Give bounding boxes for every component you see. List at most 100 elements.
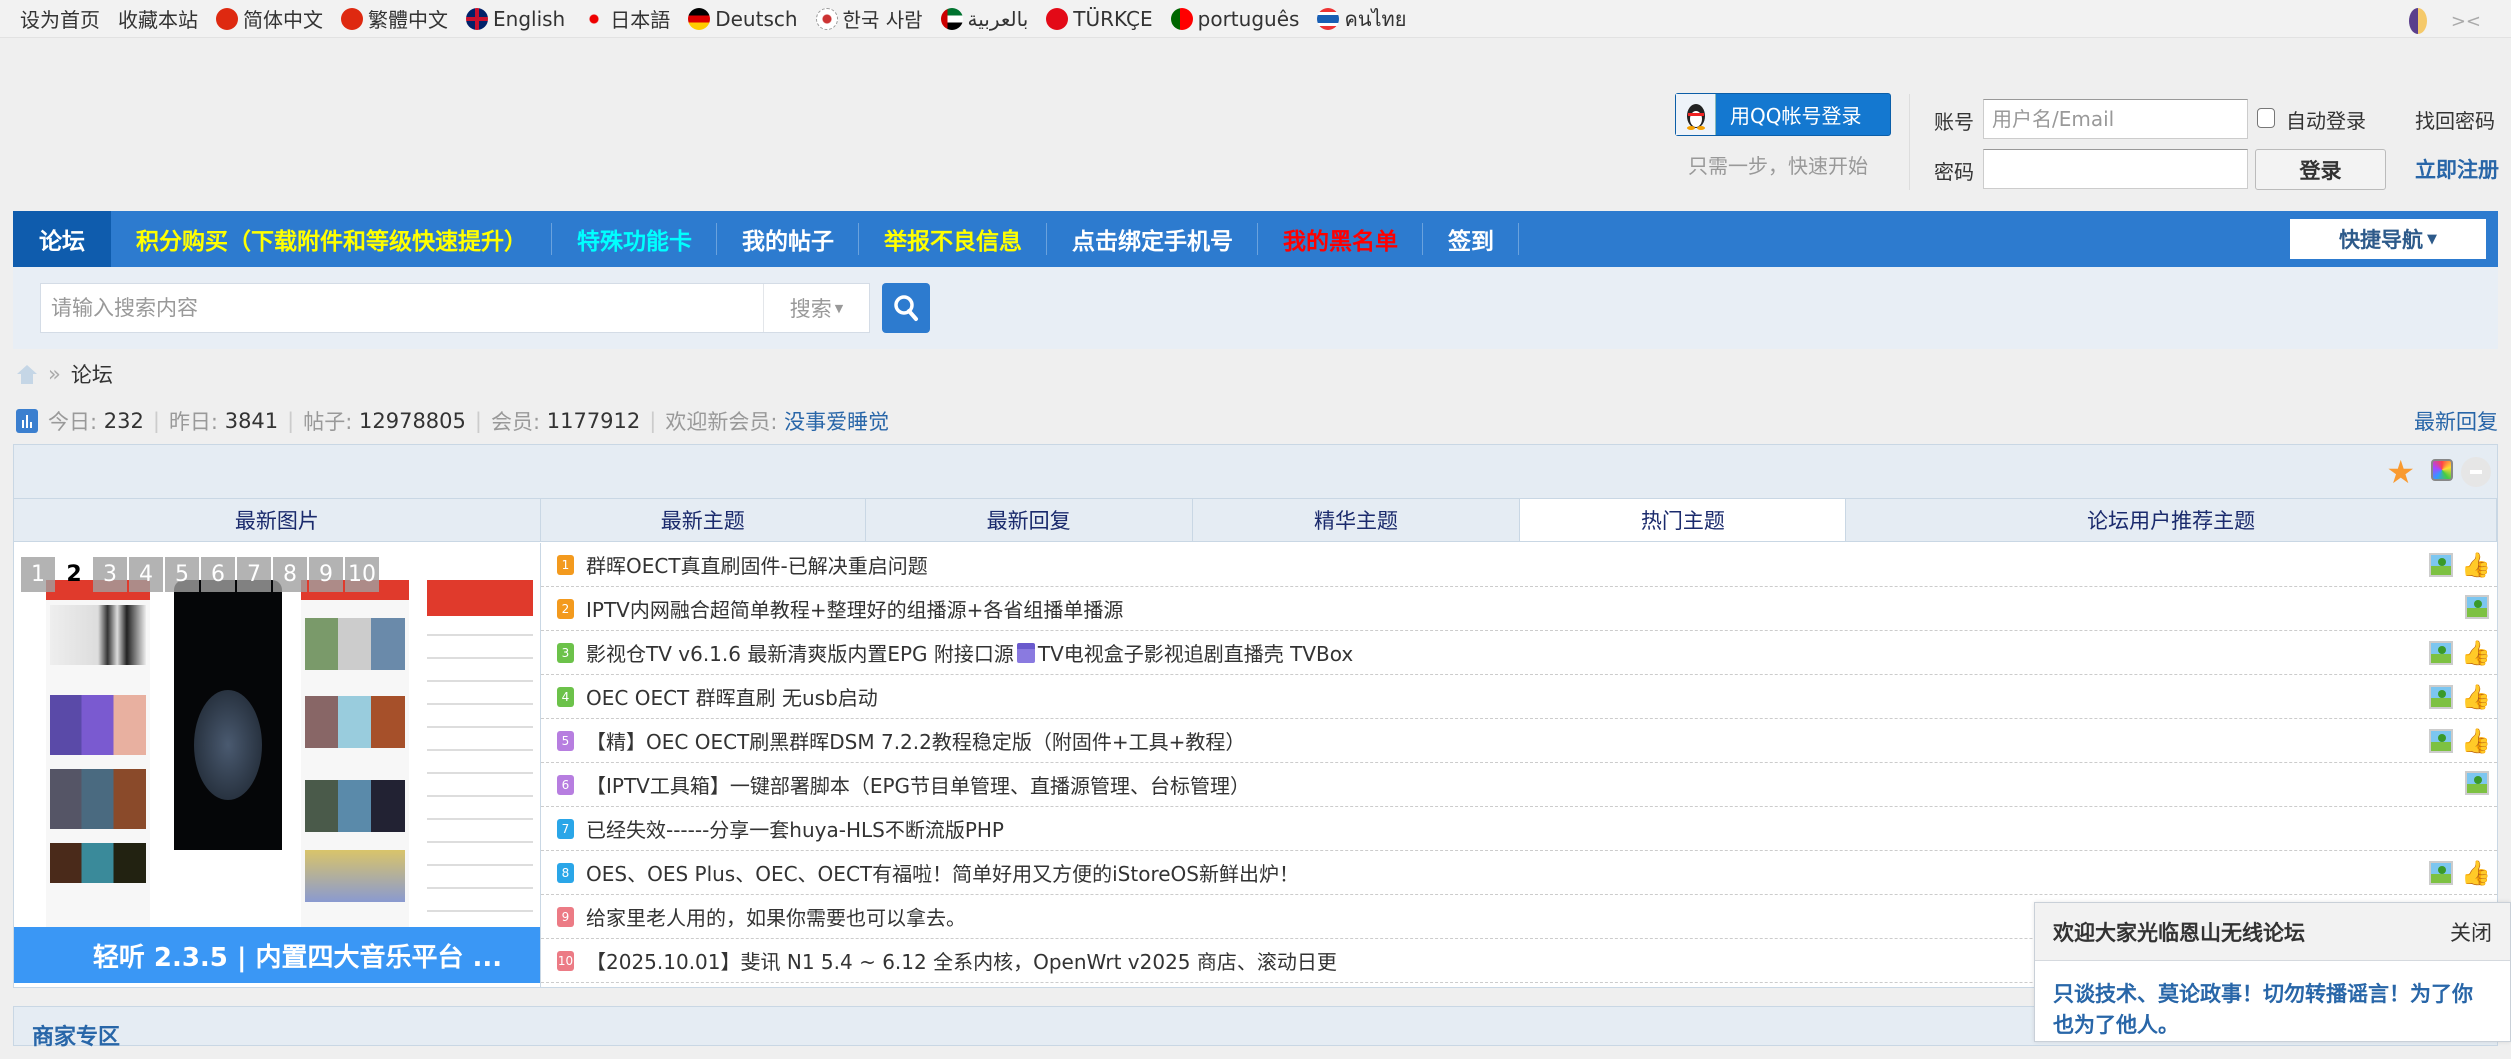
qq-login-button[interactable]: 用QQ帐号登录 bbox=[1675, 93, 1891, 136]
nav-item-3[interactable]: 我的帖子 bbox=[717, 211, 859, 267]
thread-title[interactable]: 给家里老人用的，如果你需要也可以拿去。 bbox=[586, 902, 966, 931]
language-tr[interactable]: TÜRKÇE bbox=[1046, 3, 1153, 35]
slider-page-2[interactable]: 2 bbox=[57, 557, 91, 592]
slider-page-5[interactable]: 5 bbox=[165, 557, 199, 592]
thread-row[interactable]: 6 【IPTV工具箱】一键部署脚本（EPG节目单管理、直播源管理、台标管理） bbox=[541, 763, 2497, 807]
slide-caption[interactable]: 轻听 2.3.5 | 内置四大音乐平台 ... bbox=[14, 927, 540, 983]
search-type-label: 搜索 bbox=[789, 297, 832, 321]
account-input[interactable] bbox=[1983, 99, 2248, 139]
language-jp[interactable]: 日本語 bbox=[583, 3, 670, 35]
thread-row[interactable]: 5 【精】OEC OECT刷黑群晖DSM 7.2.2教程稳定版（附固件+工具+教程… bbox=[541, 719, 2497, 763]
collapse-icon[interactable]: >< bbox=[2451, 11, 2481, 32]
image-attachment-icon bbox=[2465, 595, 2489, 619]
search-type-dropdown[interactable]: 搜索 ▼ bbox=[763, 284, 869, 332]
color-palette-icon[interactable] bbox=[2431, 459, 2453, 481]
quick-nav-label: 快捷导航 bbox=[2339, 228, 2423, 252]
language-label: Deutsch bbox=[715, 6, 798, 31]
tab-5[interactable]: 论坛用户推荐主题 bbox=[1846, 499, 2498, 541]
nav-item-7[interactable]: 签到 bbox=[1423, 211, 1519, 267]
main-nav: 论坛 积分购买（下载附件和等级快速提升） 特殊功能卡 我的帖子 举报不良信息 点击绑定手机… bbox=[13, 211, 2498, 267]
slider-page-10[interactable]: 10 bbox=[345, 557, 379, 592]
bookmark-link[interactable]: 收藏本站 bbox=[118, 4, 198, 33]
section-title[interactable]: 商家专区 bbox=[32, 1025, 120, 1050]
thread-row[interactable]: 8 OES、OES Plus、OEC、OECT有福啦！简单好用又方便的iStore… bbox=[541, 851, 2497, 895]
divider bbox=[1909, 94, 1910, 190]
theme-icon[interactable] bbox=[2408, 8, 2427, 34]
slider-page-9[interactable]: 9 bbox=[309, 557, 343, 592]
thread-title-suffix[interactable]: TV电视盒子影视追剧直播壳 TVBox bbox=[1038, 638, 1353, 667]
slider-page-4[interactable]: 4 bbox=[129, 557, 163, 592]
newest-member-label: 欢迎新会员: bbox=[665, 410, 778, 434]
tab-1[interactable]: 最新主题 bbox=[541, 499, 866, 541]
language-pt[interactable]: português bbox=[1170, 3, 1299, 35]
tab-3[interactable]: 精华主题 bbox=[1193, 499, 1521, 541]
language-gb[interactable]: English bbox=[466, 3, 565, 35]
language-cn[interactable]: 简体中文 bbox=[216, 3, 323, 35]
thread-row[interactable]: 4 OEC OECT 群晖直刷 无usb启动 👍 bbox=[541, 675, 2497, 719]
nav-item-4[interactable]: 举报不良信息 bbox=[859, 211, 1047, 267]
tab-0[interactable]: 最新图片 bbox=[14, 499, 541, 541]
slider-page-1[interactable]: 1 bbox=[21, 557, 55, 592]
star-icon[interactable]: ★ bbox=[2386, 453, 2415, 491]
quick-nav-button[interactable]: 快捷导航 ▼ bbox=[2290, 219, 2486, 259]
slide-screenshot[interactable] bbox=[174, 580, 282, 928]
nav-item-0[interactable]: 论坛 bbox=[13, 211, 111, 267]
thread-title[interactable]: OEC OECT 群晖直刷 无usb启动 bbox=[586, 682, 878, 711]
search-input[interactable] bbox=[41, 284, 761, 332]
slide-screenshot[interactable] bbox=[301, 580, 409, 928]
nav-item-5[interactable]: 点击绑定手机号 bbox=[1047, 211, 1258, 267]
popup-body: 只谈技术、莫论政事！切勿转播谣言！为了你也为了他人。 bbox=[2053, 982, 2473, 1037]
breadcrumb: » 论坛 bbox=[16, 359, 113, 389]
thread-title[interactable]: OES、OES Plus、OEC、OECT有福啦！简单好用又方便的iStoreO… bbox=[586, 858, 1299, 887]
slider-page-7[interactable]: 7 bbox=[237, 557, 271, 592]
thread-title[interactable]: 【IPTV工具箱】一键部署脚本（EPG节目单管理、直播源管理、台标管理） bbox=[586, 770, 1250, 799]
rank-badge: 4 bbox=[557, 686, 574, 707]
thread-title[interactable]: 群晖OECT真直刷固件-已解决重启问题 bbox=[586, 550, 928, 579]
tab-4[interactable]: 热门主题 bbox=[1520, 499, 1847, 541]
language-de[interactable]: Deutsch bbox=[688, 3, 798, 35]
language-hk[interactable]: 繁體中文 bbox=[341, 3, 448, 35]
image-attachment-icon bbox=[2429, 729, 2453, 753]
forum-stats: 今日: 232 | 昨日: 3841 | 帖子: 12978805 | 会员: 117… bbox=[16, 406, 889, 436]
nav-item-6[interactable]: 我的黑名单 bbox=[1258, 211, 1423, 267]
thread-row[interactable]: 1 群晖OECT真直刷固件-已解决重启问题 👍 bbox=[541, 543, 2497, 587]
auto-login-label[interactable]: 自动登录 bbox=[2286, 105, 2366, 134]
slider-page-3[interactable]: 3 bbox=[93, 557, 127, 592]
language-kr[interactable]: 한국 사람 bbox=[815, 3, 923, 35]
home-icon[interactable] bbox=[16, 363, 38, 385]
set-homepage-link[interactable]: 设为首页 bbox=[20, 4, 100, 33]
nav-item-1[interactable]: 积分购买（下载附件和等级快速提升） bbox=[111, 211, 552, 267]
nav-item-2[interactable]: 特殊功能卡 bbox=[552, 211, 717, 267]
thread-title[interactable]: 已经失效------分享一套huya-HLS不断流版PHP bbox=[586, 814, 1004, 843]
thread-row[interactable]: 2 IPTV内网融合超简单教程+整理好的组播源+各省组播单播源 bbox=[541, 587, 2497, 631]
slide-screenshot[interactable] bbox=[427, 580, 533, 928]
language-ae[interactable]: بالعربية bbox=[940, 3, 1028, 35]
register-link[interactable]: 立即注册 bbox=[2415, 154, 2499, 184]
thread-title[interactable]: 【精】OEC OECT刷黑群晖DSM 7.2.2教程稳定版（附固件+工具+教程） bbox=[586, 726, 1245, 755]
slider-page-8[interactable]: 8 bbox=[273, 557, 307, 592]
search-button[interactable] bbox=[882, 283, 930, 333]
collapse-minus-icon[interactable] bbox=[2461, 457, 2491, 487]
forgot-password-link[interactable]: 找回密码 bbox=[2415, 105, 2495, 134]
thread-title[interactable]: IPTV内网融合超简单教程+整理好的组播源+各省组播单播源 bbox=[586, 594, 1123, 623]
rank-badge: 5 bbox=[557, 730, 574, 751]
latest-reply-link[interactable]: 最新回复 bbox=[2414, 406, 2498, 436]
thread-title[interactable]: 影视仓TV v6.1.6 最新清爽版内置EPG 附接口源 bbox=[586, 638, 1014, 667]
auto-login-checkbox[interactable] bbox=[2257, 108, 2275, 128]
language-th[interactable]: คนไทย bbox=[1317, 3, 1406, 35]
newest-member-link[interactable]: 没事爱睡觉 bbox=[784, 406, 889, 436]
popup-close-button[interactable]: 关闭 bbox=[2450, 917, 2492, 947]
breadcrumb-current[interactable]: 论坛 bbox=[71, 359, 113, 389]
image-slider: 1 2 3 4 5 6 7 8 9 10 轻听 2.3.5 | 内置四大音乐平台 ... bbox=[14, 543, 541, 987]
slide-screenshot[interactable] bbox=[46, 580, 150, 928]
thread-row[interactable]: 3 影视仓TV v6.1.6 最新清爽版内置EPG 附接口源 TV电视盒子影视追剧直… bbox=[541, 631, 2497, 675]
language-label: 简体中文 bbox=[243, 8, 323, 32]
slider-page-6[interactable]: 6 bbox=[201, 557, 235, 592]
login-button[interactable]: 登录 bbox=[2255, 149, 2386, 190]
tab-2[interactable]: 最新回复 bbox=[866, 499, 1193, 541]
thread-title[interactable]: 【2025.10.01】斐讯 N1 5.4 ~ 6.12 全系内核，OpenWr… bbox=[586, 946, 1337, 975]
password-input[interactable] bbox=[1983, 149, 2248, 189]
language-label: TÜRKÇE bbox=[1073, 6, 1153, 31]
thumbs-up-icon: 👍 bbox=[2461, 683, 2491, 711]
thread-row[interactable]: 7 已经失效------分享一套huya-HLS不断流版PHP bbox=[541, 807, 2497, 851]
